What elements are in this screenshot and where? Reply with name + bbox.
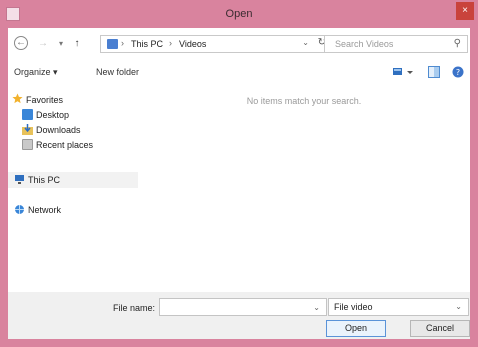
view-options-icon[interactable]	[392, 66, 414, 80]
bottom-panel: File name: ⌄ File video ⌄ Open Cancel	[8, 292, 470, 339]
address-row: ← → ▾ ↑ › This PC › Videos ⌄ ↻ Search Vi…	[8, 28, 470, 62]
file-type-select[interactable]: File video ⌄	[328, 298, 469, 316]
breadcrumb-this-pc[interactable]: This PC	[131, 39, 163, 49]
recent-locations-button[interactable]: ▾	[54, 37, 68, 51]
address-bar[interactable]: › This PC › Videos ⌄ ↻	[100, 35, 332, 53]
downloads-icon	[22, 124, 33, 135]
sidebar-item-favorites[interactable]: Favorites	[8, 92, 138, 108]
sidebar-item-this-pc[interactable]: This PC	[8, 172, 138, 188]
desktop-icon	[22, 109, 33, 120]
preview-pane-icon[interactable]	[428, 66, 440, 80]
empty-message: No items match your search.	[246, 96, 362, 106]
dialog-client: ← → ▾ ↑ › This PC › Videos ⌄ ↻ Search Vi…	[8, 28, 470, 339]
network-icon	[14, 204, 25, 215]
back-button[interactable]: ←	[14, 36, 28, 50]
open-button[interactable]: Open	[326, 320, 386, 337]
address-separator: ›	[121, 38, 124, 48]
forward-button[interactable]: →	[36, 37, 50, 51]
sidebar-item-recent-places[interactable]: Recent places	[8, 137, 138, 153]
chevron-down-icon: ⌄	[455, 302, 462, 311]
file-name-dropdown-icon[interactable]: ⌄	[313, 303, 320, 312]
breadcrumb-videos[interactable]: Videos	[179, 39, 206, 49]
help-icon[interactable]: ?	[452, 66, 464, 80]
sidebar-label-network: Network	[28, 205, 62, 215]
up-button[interactable]: ↑	[70, 37, 84, 51]
sidebar-item-desktop[interactable]: Desktop	[8, 107, 138, 123]
sidebar-label-downloads: Downloads	[36, 125, 81, 135]
title-bar[interactable]: Open ×	[0, 0, 478, 28]
videos-folder-icon	[107, 39, 118, 49]
new-folder-button[interactable]: New folder	[96, 67, 139, 77]
star-icon	[12, 93, 23, 104]
svg-text:?: ?	[456, 68, 460, 77]
computer-icon	[14, 174, 25, 185]
file-name-input[interactable]: ⌄	[159, 298, 327, 316]
address-separator: ›	[169, 38, 172, 48]
search-box[interactable]: Search Videos ⚲	[324, 35, 468, 53]
organize-button[interactable]: Organize ▾	[14, 67, 58, 78]
search-icon: ⚲	[453, 38, 461, 49]
window-title: Open	[225, 8, 253, 20]
sidebar-label-this-pc: This PC	[28, 175, 61, 185]
command-toolbar: Organize ▾ New folder ?	[8, 62, 470, 85]
address-dropdown-icon[interactable]: ⌄	[302, 38, 309, 47]
navigation-pane: Favorites Desktop Downloads Recent place…	[8, 84, 138, 292]
cancel-button[interactable]: Cancel	[410, 320, 470, 337]
file-type-value: File video	[334, 302, 373, 312]
file-list-area[interactable]: No items match your search.	[138, 84, 470, 292]
sidebar-label-desktop: Desktop	[36, 110, 70, 120]
sidebar-item-downloads[interactable]: Downloads	[8, 122, 138, 138]
open-dialog: Open × ← → ▾ ↑ › This PC › Videos ⌄ ↻ Se…	[0, 0, 478, 347]
sidebar-label-favorites: Favorites	[26, 95, 64, 105]
search-input[interactable]: Search Videos	[335, 39, 393, 49]
sidebar-label-recent-places: Recent places	[36, 140, 94, 150]
close-button[interactable]: ×	[456, 2, 474, 20]
recent-places-icon	[22, 139, 33, 150]
sidebar-item-network[interactable]: Network	[8, 202, 138, 218]
file-name-label: File name:	[113, 303, 156, 313]
